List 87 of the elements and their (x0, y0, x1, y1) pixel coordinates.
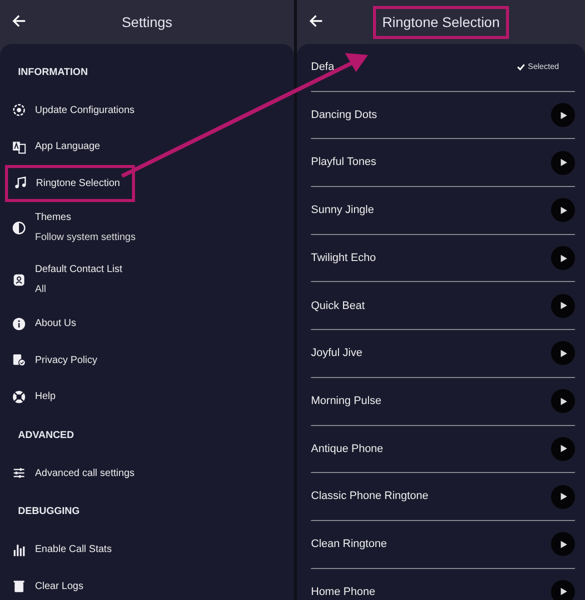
ringtone-name: Dancing Dots (311, 108, 378, 123)
check-icon (516, 63, 525, 72)
play-icon (558, 492, 568, 502)
ringtone-row[interactable]: Morning Pulse (311, 378, 575, 426)
ringtone-name: Quick Beat (311, 298, 366, 314)
play-icon (558, 540, 568, 549)
ringtone-name: Clean Ringtone (311, 536, 388, 552)
settings-item[interactable]: Default Contact List All (0, 254, 294, 306)
play-button[interactable] (551, 532, 575, 556)
settings-item[interactable]: Help (0, 378, 294, 415)
ringtone-name: Sunny Jingle (311, 203, 375, 218)
play-button[interactable] (551, 294, 575, 318)
ringtone-name: Home Phone (311, 584, 376, 600)
item-label: Default Contact List (35, 263, 122, 277)
bar-chart-icon (12, 542, 26, 557)
item-subtitle: All (35, 283, 48, 297)
selected-status: Selected (516, 61, 559, 74)
ringtone-row[interactable]: Sunny Jingle (311, 187, 575, 235)
gear-icon (12, 103, 26, 118)
settings-item[interactable]: Advanced call settings (0, 455, 294, 492)
item-label: Enable Call Stats (35, 543, 112, 558)
play-button[interactable] (551, 103, 575, 128)
item-label: Help (35, 390, 56, 404)
screen-title: Settings (122, 12, 172, 32)
ringtone-row[interactable]: Joyful Jive (311, 330, 575, 378)
settings-item[interactable]: App Language (0, 128, 294, 165)
contrast-icon (12, 220, 26, 234)
play-icon (558, 587, 568, 596)
play-icon (558, 206, 568, 215)
section-header: INFORMATION (17, 66, 89, 80)
settings-item[interactable]: About Us (0, 306, 294, 342)
ringtone-name: Joyful Jive (311, 346, 364, 362)
play-icon (558, 348, 568, 358)
play-button[interactable] (551, 389, 575, 414)
item-subtitle: Follow system settings (35, 231, 136, 245)
settings-item[interactable]: Ringtone Selection (5, 165, 135, 202)
contact-icon (12, 272, 26, 286)
settings-item[interactable]: Privacy Policy (0, 342, 294, 378)
ringtone-name: Playful Tones (311, 155, 378, 170)
item-label: Update Configurations (35, 104, 135, 118)
play-icon (558, 396, 568, 406)
ringtone-row[interactable]: Playful Tones (311, 139, 575, 188)
play-icon (558, 110, 568, 120)
play-button[interactable] (551, 484, 575, 509)
settings-item[interactable]: Themes Follow system settings (0, 202, 294, 254)
play-button[interactable] (551, 341, 575, 366)
ringtone-row[interactable]: Home Phone (311, 568, 575, 600)
music-note-icon (13, 176, 27, 190)
ringtone-row[interactable]: Dancing Dots (311, 92, 575, 140)
play-button[interactable] (551, 198, 575, 222)
info-icon (12, 316, 26, 331)
play-icon (558, 444, 568, 454)
settings-item[interactable]: Enable Call Stats (0, 532, 294, 568)
item-label: Ringtone Selection (36, 176, 120, 191)
ringtone-name: Classic Phone Ringtone (311, 489, 430, 504)
item-label: About Us (35, 317, 76, 332)
item-label: Themes (35, 211, 72, 225)
play-button[interactable] (551, 246, 575, 270)
item-label: Clear Logs (35, 580, 84, 594)
section-header: DEBUGGING (17, 505, 81, 519)
ringtone-row[interactable]: Antique Phone (311, 426, 575, 474)
screen-title: Ringtone Selection (373, 6, 509, 38)
lifebuoy-icon (12, 390, 26, 404)
ringtone-name: Antique Phone (311, 442, 384, 457)
item-label: Privacy Policy (35, 354, 98, 368)
play-button[interactable] (551, 580, 575, 600)
play-button[interactable] (551, 436, 575, 461)
ringtone-row[interactable]: Twilight Echo (311, 234, 575, 282)
document-shield-icon (12, 353, 26, 368)
item-label: Advanced call settings (35, 466, 135, 481)
settings-item[interactable]: Clear Logs (0, 568, 294, 600)
section-header: ADVANCED (17, 428, 75, 442)
trash-icon (12, 579, 26, 594)
ringtone-row[interactable]: Classic Phone Ringtone (311, 473, 575, 521)
ringtone-name: Defa (311, 60, 336, 76)
play-icon (558, 301, 568, 310)
item-label: App Language (35, 140, 100, 154)
ringtone-row[interactable]: Quick Beat (311, 282, 575, 330)
ringtone-row[interactable]: Clean Ringtone (311, 520, 575, 569)
translate-icon (12, 140, 26, 154)
ringtone-name: Morning Pulse (311, 394, 382, 409)
settings-item[interactable]: Update Configurations (0, 92, 294, 128)
play-button[interactable] (551, 150, 575, 175)
ringtone-name: Twilight Echo (311, 250, 377, 266)
play-icon (558, 254, 568, 263)
sliders-icon (12, 466, 26, 480)
play-icon (558, 158, 568, 168)
